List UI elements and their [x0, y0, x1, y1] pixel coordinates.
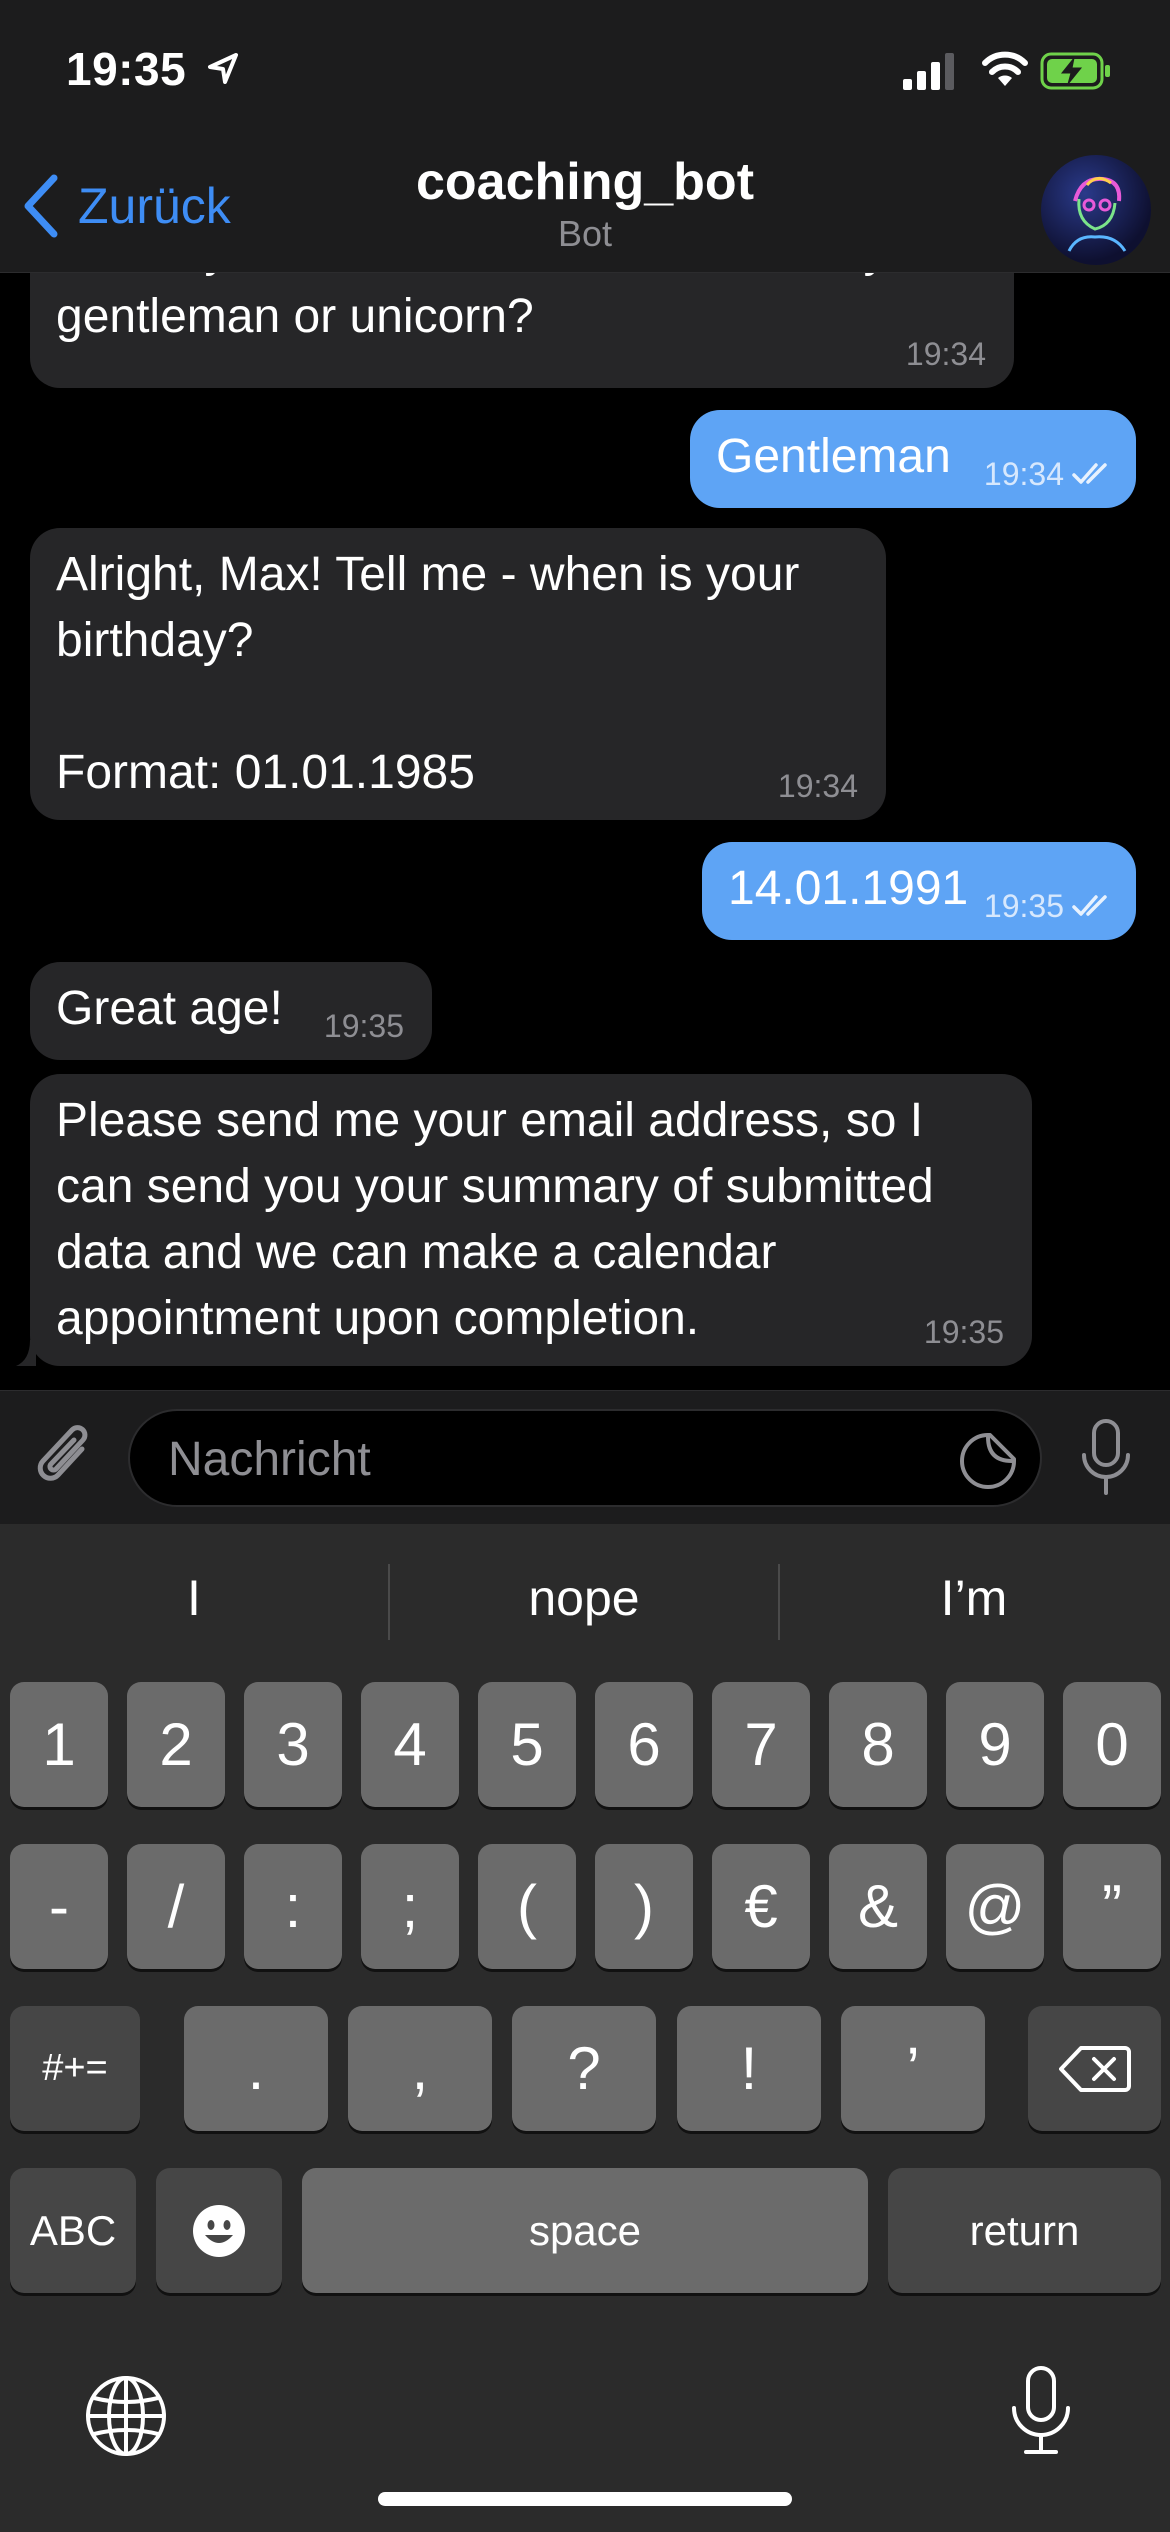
message-text: Please send me your email address, so I …: [56, 1094, 934, 1345]
message-outgoing[interactable]: Gentleman 19:34: [690, 410, 1136, 508]
key-at[interactable]: @: [946, 1844, 1044, 1969]
backspace-key[interactable]: [1028, 2006, 1161, 2131]
double-check-icon: [1072, 895, 1107, 916]
key-4[interactable]: 4: [361, 1682, 459, 1807]
back-label: Zurück: [78, 178, 231, 234]
key-period[interactable]: .: [184, 2006, 328, 2131]
key-2[interactable]: 2: [127, 1682, 225, 1807]
message-time: 19:34: [777, 768, 858, 804]
cellular-signal-icon: [903, 53, 954, 90]
navigation-bar: 19:35 Zurück coaching_bot Bot: [0, 0, 1170, 273]
message-input-field[interactable]: [128, 1409, 1042, 1507]
message-time: 19:35: [323, 1008, 404, 1044]
key-5[interactable]: 5: [478, 1682, 576, 1807]
message-incoming[interactable]: Great age! 19:35: [30, 962, 432, 1060]
return-key[interactable]: return: [888, 2168, 1161, 2293]
suggestion-item[interactable]: I: [0, 1524, 388, 1672]
home-indicator[interactable]: [378, 2492, 792, 2506]
wifi-icon: [982, 51, 1028, 86]
bot-avatar-icon: [1067, 176, 1127, 252]
key-ampersand[interactable]: &: [829, 1844, 927, 1969]
key-0[interactable]: 0: [1063, 1682, 1161, 1807]
key-abc[interactable]: ABC: [10, 2168, 136, 2293]
space-key[interactable]: space: [302, 2168, 868, 2293]
key-hyphen[interactable]: -: [10, 1844, 108, 1969]
suggestion-item[interactable]: nope: [390, 1524, 778, 1672]
key-1[interactable]: 1: [10, 1682, 108, 1807]
key-colon[interactable]: :: [244, 1844, 342, 1969]
double-check-icon: [1072, 463, 1107, 484]
back-button[interactable]: Zurück: [22, 174, 231, 238]
sticker-icon[interactable]: [958, 1431, 1018, 1491]
message-time: 19:35: [923, 1314, 1004, 1350]
suggestion-bar: I nope I’m: [0, 1524, 1170, 1672]
backspace-icon: [1058, 2045, 1131, 2092]
key-euro[interactable]: €: [712, 1844, 810, 1969]
key-7[interactable]: 7: [712, 1682, 810, 1807]
key-comma[interactable]: ,: [348, 2006, 492, 2131]
key-open-paren[interactable]: (: [478, 1844, 576, 1969]
key-symbols-toggle[interactable]: #+=: [10, 2006, 140, 2131]
emoji-icon: [193, 2204, 245, 2257]
key-question[interactable]: ?: [512, 2006, 656, 2131]
key-close-paren[interactable]: ): [595, 1844, 693, 1969]
key-8[interactable]: 8: [829, 1682, 927, 1807]
message-input[interactable]: [166, 1411, 950, 1507]
message-outgoing[interactable]: 14.01.1991 19:35: [702, 842, 1136, 940]
location-arrow-icon: [208, 53, 238, 84]
composer: [0, 1390, 1170, 1525]
paperclip-icon[interactable]: [30, 1419, 100, 1497]
key-semicolon[interactable]: ;: [361, 1844, 459, 1969]
avatar[interactable]: [1041, 155, 1151, 265]
key-quote[interactable]: ”: [1063, 1844, 1161, 1969]
battery-charging-icon: [1040, 52, 1110, 90]
key-9[interactable]: 9: [946, 1682, 1044, 1807]
dictation-microphone-icon[interactable]: [1006, 2364, 1076, 2458]
message-incoming[interactable]: Please send me your email address, so I …: [16, 1074, 1032, 1366]
message-time: 19:34: [905, 336, 986, 372]
key-6[interactable]: 6: [595, 1682, 693, 1807]
message-time: 19:35: [984, 888, 1114, 924]
key-apostrophe[interactable]: ’: [841, 2006, 985, 2131]
bubble-tail: [16, 1340, 36, 1366]
emoji-key[interactable]: [156, 2168, 282, 2293]
globe-icon[interactable]: [84, 2374, 168, 2458]
suggestion-item[interactable]: I’m: [780, 1524, 1168, 1672]
chevron-left-icon: [24, 174, 58, 238]
message-incoming[interactable]: Alright, Max! Tell me - when is your bir…: [30, 528, 886, 820]
status-time: 19:35: [66, 43, 187, 95]
message-time: 19:34: [984, 456, 1114, 492]
message-text: Alright, Max! Tell me - when is your bir…: [56, 548, 800, 799]
keyboard: I nope I’m 1 2 3 4 5 6 7 8 9 0 - / : ; (…: [0, 1524, 1170, 2532]
key-3[interactable]: 3: [244, 1682, 342, 1807]
key-exclamation[interactable]: !: [677, 2006, 821, 2131]
key-slash[interactable]: /: [127, 1844, 225, 1969]
microphone-icon[interactable]: [1076, 1417, 1136, 1501]
